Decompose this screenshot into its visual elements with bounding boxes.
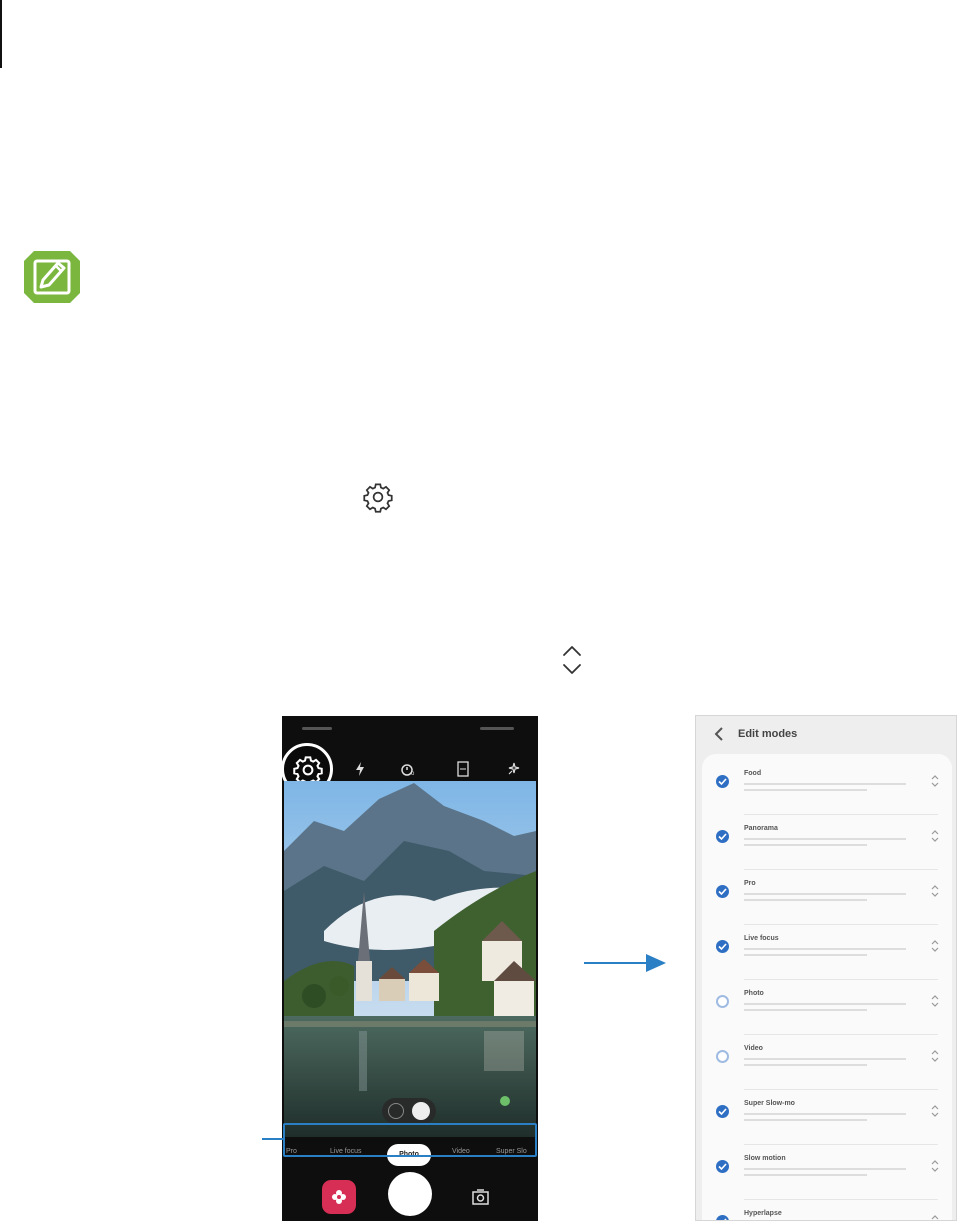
mode-bar-callout-box (283, 1123, 537, 1157)
reorder-handle-icon[interactable] (930, 1213, 940, 1220)
mode-description-placeholder (744, 781, 920, 795)
wide-zoom-icon[interactable] (388, 1103, 404, 1119)
list-item[interactable]: Hyperlapse (702, 1200, 952, 1220)
list-item[interactable]: Slow motion (702, 1145, 952, 1200)
standard-zoom-icon[interactable] (412, 1102, 430, 1120)
mode-checkbox[interactable] (716, 940, 729, 953)
mode-checkbox[interactable] (716, 775, 729, 788)
status-text-right (480, 727, 514, 730)
mode-title: Live focus (744, 935, 779, 942)
check-icon (718, 888, 727, 896)
mode-title: Hyperlapse (744, 1210, 782, 1217)
reorder-handle-icon[interactable] (930, 773, 940, 789)
mode-title: Slow motion (744, 1155, 786, 1162)
reorder-handle-icon[interactable] (930, 993, 940, 1009)
mode-checkbox[interactable] (716, 995, 729, 1008)
mode-description-placeholder (744, 1111, 920, 1125)
callout-leader-line (262, 1138, 284, 1140)
status-bar (282, 716, 538, 742)
pencil-note-icon (22, 249, 82, 305)
back-arrow-icon[interactable] (712, 726, 726, 742)
mode-description-placeholder (744, 946, 920, 960)
mode-list: Food Panorama Pro Live focus Photo Video Super… (702, 754, 952, 1220)
mode-description-placeholder (744, 1166, 920, 1180)
check-icon (718, 833, 727, 841)
zoom-control[interactable] (382, 1098, 436, 1124)
list-item[interactable]: Live focus (702, 925, 952, 980)
edit-modes-screen: Edit modes Food Panorama Pro Live focus Phot… (695, 715, 957, 1221)
flash-icon (356, 762, 364, 776)
reorder-handle-icon[interactable] (930, 883, 940, 899)
mode-checkbox[interactable] (716, 830, 729, 843)
status-indicator-icon (500, 1096, 510, 1106)
viewfinder[interactable] (284, 781, 536, 1137)
arrow-right-icon (584, 952, 666, 974)
mode-title: Food (744, 770, 762, 777)
mode-checkbox[interactable] (716, 1050, 729, 1063)
bixby-vision-button[interactable] (322, 1180, 356, 1214)
edit-modes-header: Edit modes (696, 716, 956, 754)
list-item[interactable]: Video (702, 1035, 952, 1090)
timer-icon: o (401, 764, 415, 776)
status-text-left (302, 727, 332, 730)
page-title: Edit modes (738, 728, 798, 740)
reorder-handle-icon[interactable] (930, 1103, 940, 1119)
mode-title: Panorama (744, 825, 778, 832)
mode-title: Photo (744, 990, 764, 997)
reorder-handle-icon[interactable] (930, 1158, 940, 1174)
list-item[interactable]: Panorama (702, 815, 952, 870)
list-item[interactable]: Photo (702, 980, 952, 1035)
reorder-handle-icon[interactable] (930, 1048, 940, 1064)
mode-description-placeholder (744, 891, 920, 905)
up-down-chevron-icon (559, 643, 585, 677)
shutter-button[interactable] (388, 1172, 432, 1216)
check-icon (724, 1218, 727, 1220)
reorder-handle-icon[interactable] (930, 938, 940, 954)
mode-description-placeholder (744, 836, 920, 850)
switch-camera-button[interactable] (468, 1184, 494, 1210)
mode-checkbox[interactable] (716, 885, 729, 898)
mode-title: Super Slow-mo (744, 1100, 795, 1107)
camera-controls (282, 1170, 538, 1221)
gear-icon (362, 481, 394, 513)
switch-camera-icon (472, 1189, 489, 1205)
mode-checkbox[interactable] (716, 1160, 729, 1173)
mode-checkbox[interactable] (716, 1215, 729, 1220)
svg-text:o: o (411, 771, 415, 776)
reorder-handle-icon[interactable] (930, 828, 940, 844)
flower-icon (332, 1190, 346, 1204)
list-item[interactable]: Food (702, 760, 952, 815)
check-icon (718, 943, 727, 951)
page-margin-rule (0, 0, 2, 68)
mode-checkbox[interactable] (716, 1105, 729, 1118)
list-item[interactable]: Super Slow-mo (702, 1090, 952, 1145)
check-icon (718, 1163, 727, 1171)
mode-description-placeholder (744, 1056, 920, 1070)
effects-icon (508, 762, 520, 775)
mode-title: Video (744, 1045, 763, 1052)
mode-title: Pro (744, 880, 756, 887)
check-icon (718, 778, 727, 786)
list-item[interactable]: Pro (702, 870, 952, 925)
ratio-icon (457, 761, 469, 777)
mode-description-placeholder (744, 1001, 920, 1015)
check-icon (718, 1108, 727, 1116)
